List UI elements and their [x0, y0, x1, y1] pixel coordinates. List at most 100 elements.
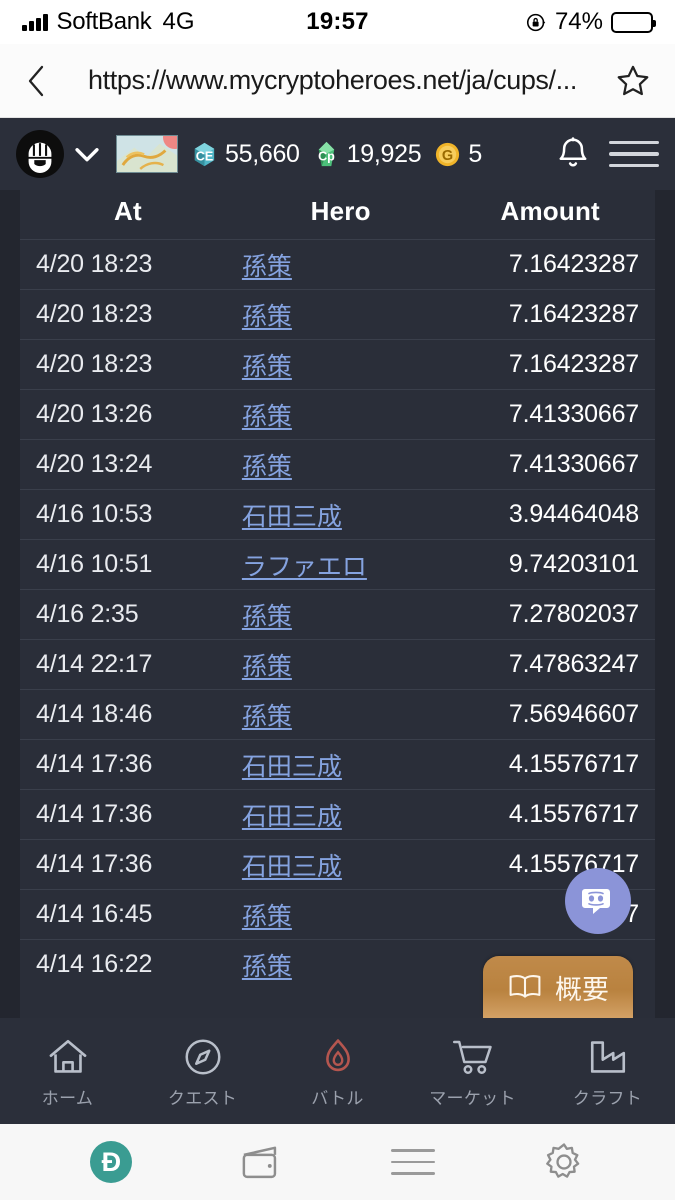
cell-at: 4/20 13:24: [20, 439, 236, 490]
hero-link[interactable]: 石田三成: [242, 853, 342, 881]
status-bar-left: SoftBank 4G: [22, 8, 195, 36]
hero-link[interactable]: 孫策: [242, 303, 292, 331]
nav-item-battle[interactable]: バトル: [270, 1033, 405, 1109]
cell-at: 4/20 18:23: [20, 339, 236, 390]
nav-label-quest: クエスト: [167, 1089, 238, 1108]
network-type-label: 4G: [162, 8, 195, 35]
nav-label-battle: バトル: [311, 1089, 364, 1108]
page-body: At Hero Amount 4/20 18:23 孫策 7.16423287 4/2…: [0, 190, 675, 1018]
currency-g[interactable]: G 5: [433, 140, 482, 169]
overview-tab-label: 概要: [555, 974, 609, 1005]
cell-at: 4/16 10:51: [20, 539, 236, 590]
table-row: 4/20 18:23 孫策 7.16423287: [20, 239, 655, 290]
rotation-lock-icon: [526, 13, 546, 31]
cell-at: 4/16 2:35: [20, 589, 236, 640]
discord-button[interactable]: [565, 868, 631, 934]
hamburger-line: [390, 1172, 435, 1175]
table-row: 4/20 13:26 孫策 7.41330667: [20, 389, 655, 440]
cell-amount: 3.94464048: [445, 489, 655, 540]
transaction-history-panel: At Hero Amount 4/20 18:23 孫策 7.16423287 4/2…: [20, 190, 655, 1018]
cp-crystal-icon: Cp: [312, 140, 341, 169]
hero-link[interactable]: 孫策: [242, 253, 292, 281]
url-text[interactable]: https://www.mycryptoheroes.net/ja/cups/.…: [64, 65, 601, 96]
gum-coin-icon: G: [433, 140, 462, 169]
ios-status-bar: SoftBank 4G 19:57 74%: [0, 0, 675, 44]
notifications-button[interactable]: [551, 132, 595, 176]
bookmark-star-icon[interactable]: [615, 63, 651, 99]
account-dropdown-button[interactable]: [64, 131, 110, 177]
game-menu-button[interactable]: [609, 132, 659, 176]
column-header-amount: Amount: [500, 196, 600, 226]
wallet-button[interactable]: [232, 1132, 292, 1192]
browser-menu-button[interactable]: [383, 1132, 443, 1192]
hero-link[interactable]: 孫策: [242, 403, 292, 431]
nav-item-market[interactable]: マーケット: [405, 1033, 540, 1109]
cell-hero: 石田三成: [235, 739, 446, 790]
dapp-browser-button[interactable]: Ð: [81, 1132, 141, 1192]
cell-at: 4/16 10:53: [20, 489, 236, 540]
table-row: 4/14 18:46 孫策 7.56946607: [20, 689, 655, 740]
table-row: 4/16 2:35 孫策 7.27802037: [20, 589, 655, 640]
currency-g-value: 5: [468, 139, 482, 168]
hero-link[interactable]: 石田三成: [242, 753, 342, 781]
hamburger-line: [390, 1149, 435, 1152]
hero-link[interactable]: 孫策: [242, 703, 292, 731]
cell-amount: 7.27802037: [445, 589, 655, 640]
back-button[interactable]: [24, 64, 50, 98]
hero-link[interactable]: 孫策: [242, 903, 292, 931]
cell-at: 4/14 17:36: [20, 789, 236, 840]
cell-hero: 石田三成: [235, 489, 446, 540]
nav-item-quest[interactable]: クエスト: [135, 1033, 270, 1109]
currency-ce[interactable]: CE 55,660: [190, 140, 300, 169]
gear-icon: [545, 1143, 579, 1178]
nav-item-home[interactable]: ホーム: [0, 1033, 135, 1109]
currency-cp[interactable]: Cp 19,925: [312, 140, 422, 169]
table-row: 4/20 18:23 孫策 7.16423287: [20, 339, 655, 390]
signal-strength-icon: [22, 13, 48, 31]
table-row: 4/14 17:36 石田三成 4.15576717: [20, 789, 655, 840]
nav-label-market: マーケット: [429, 1089, 516, 1108]
notification-bell-icon: [559, 137, 587, 167]
hero-link[interactable]: 孫策: [242, 653, 292, 681]
hero-link[interactable]: 石田三成: [242, 803, 342, 831]
hero-link[interactable]: 孫策: [242, 353, 292, 381]
discord-chat-icon: [582, 889, 610, 914]
overview-tab-button[interactable]: 概要: [483, 956, 633, 1018]
home-icon: [47, 1033, 89, 1077]
cell-amount: 7.16423287: [445, 289, 655, 340]
table-row: 4/20 18:23 孫策 7.16423287: [20, 289, 655, 340]
cell-hero: 孫策: [235, 889, 446, 940]
cell-amount: 7.47863247: [445, 639, 655, 690]
hero-link[interactable]: 石田三成: [242, 503, 342, 531]
cell-at: 4/14 16:22: [20, 939, 236, 990]
nav-item-craft[interactable]: クラフト: [540, 1033, 675, 1109]
cell-at: 4/14 18:46: [20, 689, 236, 740]
cell-hero: 孫策: [235, 239, 446, 290]
browser-bottom-toolbar: Ð: [0, 1124, 675, 1200]
cell-hero: 孫策: [235, 339, 446, 390]
cell-amount: 7.56946607: [445, 689, 655, 740]
phone-screen: SoftBank 4G 19:57 74% https://www.mycryp…: [0, 0, 675, 1200]
hero-link[interactable]: ラファエロ: [242, 553, 367, 581]
cell-hero: 石田三成: [235, 789, 446, 840]
land-thumbnail[interactable]: [116, 135, 178, 173]
mycryptoheroes-logo[interactable]: [16, 130, 64, 178]
svg-text:G: G: [442, 147, 453, 163]
transaction-history-table: At Hero Amount 4/20 18:23 孫策 7.16423287 4/2…: [20, 190, 655, 990]
craft-icon: [587, 1033, 629, 1077]
hero-link[interactable]: 孫策: [242, 953, 292, 981]
hero-link[interactable]: 孫策: [242, 453, 292, 481]
cell-hero: ラファエロ: [235, 539, 446, 590]
battery-percent-label: 74%: [554, 8, 603, 35]
hamburger-line: [609, 163, 659, 168]
settings-button[interactable]: [534, 1132, 594, 1192]
game-header: CE 55,660 Cp 19,925 G 5: [0, 118, 675, 190]
chevron-down-icon: [75, 148, 99, 162]
browser-url-bar: https://www.mycryptoheroes.net/ja/cups/.…: [0, 44, 675, 118]
svg-text:CE: CE: [196, 149, 213, 163]
hero-link[interactable]: 孫策: [242, 603, 292, 631]
currency-cp-value: 19,925: [346, 139, 422, 168]
battery-icon: [611, 11, 656, 33]
hamburger-menu-icon: [390, 1149, 435, 1175]
cell-amount: 7.41330667: [445, 389, 655, 440]
